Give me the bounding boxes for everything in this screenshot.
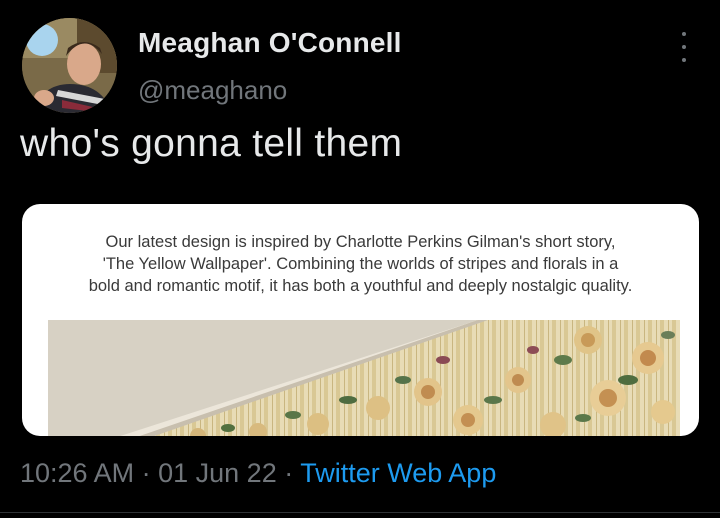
divider (0, 512, 720, 513)
tweet-source-link[interactable]: Twitter Web App (300, 458, 496, 488)
tweet-date[interactable]: 01 Jun 22 (158, 458, 277, 488)
media-caption: Our latest design is inspired by Charlot… (22, 231, 699, 297)
meta-separator: · (141, 458, 151, 488)
meta-separator: · (284, 458, 294, 488)
more-dots-icon (682, 32, 686, 36)
more-options-button[interactable] (676, 32, 692, 62)
avatar-photo (22, 18, 117, 113)
author-handle[interactable]: @meaghano (138, 75, 287, 106)
author-name[interactable]: Meaghan O'Connell (138, 27, 402, 59)
tweet-time[interactable]: 10:26 AM (20, 458, 134, 488)
caption-line: bold and romantic motif, it has both a y… (88, 277, 633, 295)
caption-line: 'The Yellow Wallpaper'. Combining the wo… (102, 255, 619, 273)
tweet-media-image[interactable]: Our latest design is inspired by Charlot… (22, 204, 699, 436)
wallpaper-photo (48, 320, 680, 436)
tweet-text: who's gonna tell them (20, 122, 403, 165)
tweet-meta: 10:26 AM · 01 Jun 22 · Twitter Web App (20, 458, 496, 489)
caption-line: Our latest design is inspired by Charlot… (105, 233, 616, 251)
avatar[interactable] (22, 18, 117, 113)
tweet: Meaghan O'Connell @meaghano who's gonna … (0, 0, 720, 518)
